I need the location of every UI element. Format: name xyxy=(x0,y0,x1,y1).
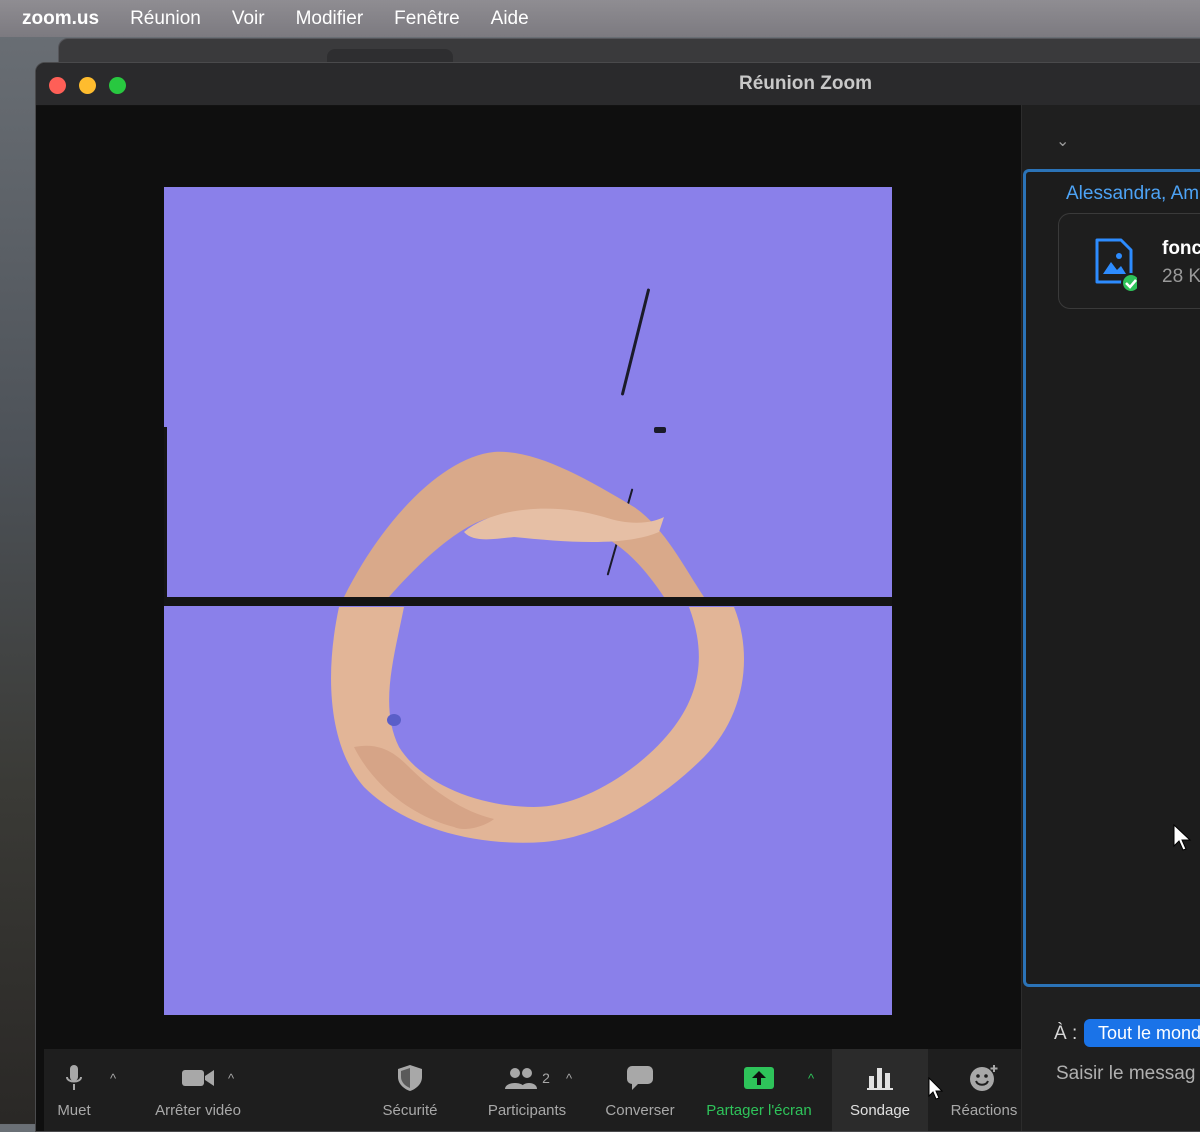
shield-icon xyxy=(397,1063,423,1093)
chat-bubble-icon xyxy=(626,1063,654,1093)
chat-button[interactable]: Converser xyxy=(600,1049,680,1131)
poll-button[interactable]: Sondage xyxy=(832,1049,928,1131)
message-sender: Alessandra, Am xyxy=(1066,183,1200,204)
file-size: 28 K xyxy=(1162,266,1200,287)
recipient-label: À : xyxy=(1054,1023,1078,1044)
reactions-button[interactable]: Réactions xyxy=(946,1049,1022,1131)
close-window-button[interactable] xyxy=(49,77,66,94)
audio-options-chevron-icon[interactable]: ^ xyxy=(110,1071,116,1086)
participants-label: Participants xyxy=(487,1102,567,1119)
video-options-chevron-icon[interactable]: ^ xyxy=(228,1071,234,1086)
chevron-down-icon[interactable]: ⌄ xyxy=(1056,131,1069,151)
poll-chart-icon xyxy=(867,1063,893,1093)
message-input[interactable]: Saisir le messag xyxy=(1056,1063,1195,1085)
menu-item-fenetre[interactable]: Fenêtre xyxy=(394,8,459,30)
menu-item-voir[interactable]: Voir xyxy=(232,8,265,30)
window-title: Réunion Zoom xyxy=(739,73,872,94)
mouse-cursor-icon xyxy=(1173,824,1192,851)
share-options-chevron-icon[interactable]: ^ xyxy=(808,1071,814,1086)
share-screen-icon xyxy=(743,1063,775,1093)
menu-bar: zoom.us Réunion Voir Modifier Fenêtre Ai… xyxy=(0,0,1200,37)
file-name: fonc xyxy=(1162,238,1200,259)
chat-panel: ⌄ Alessandra, Am fonc 28 K À : Tout le m… xyxy=(1021,105,1200,1131)
meeting-controls: Muet ^ Arrêter vidéo ^ Sécurité 2 Partic… xyxy=(44,1049,1022,1131)
zoom-window: Réunion Zoom Muet ^ Arrêter vidéo ^ Sécu… xyxy=(35,62,1200,1132)
recipient-dropdown[interactable]: Tout le mond xyxy=(1084,1019,1200,1047)
video-camera-icon xyxy=(181,1063,215,1093)
menu-app-name[interactable]: zoom.us xyxy=(22,8,99,30)
participants-options-chevron-icon[interactable]: ^ xyxy=(566,1071,572,1086)
fullscreen-window-button[interactable] xyxy=(109,77,126,94)
mute-button[interactable]: Muet xyxy=(44,1049,104,1131)
share-screen-button[interactable]: Partager l'écran xyxy=(700,1049,818,1131)
stop-video-button[interactable]: Arrêter vidéo xyxy=(144,1049,252,1131)
participants-count: 2 xyxy=(542,1070,550,1086)
image-file-icon xyxy=(1095,238,1137,292)
participants-icon: 2 xyxy=(504,1063,550,1093)
menu-item-aide[interactable]: Aide xyxy=(491,8,529,30)
participants-button[interactable]: 2 Participants xyxy=(474,1049,580,1131)
smiley-add-icon xyxy=(969,1063,999,1093)
security-button[interactable]: Sécurité xyxy=(370,1049,450,1131)
chat-messages[interactable]: Alessandra, Am fonc 28 K xyxy=(1023,169,1200,987)
file-message-card[interactable]: fonc 28 K xyxy=(1058,213,1200,309)
stop-video-label: Arrêter vidéo xyxy=(155,1102,241,1119)
mouse-cursor-icon xyxy=(928,1077,944,1100)
chat-label: Converser xyxy=(605,1102,675,1119)
share-screen-label: Partager l'écran xyxy=(706,1102,812,1119)
minimize-window-button[interactable] xyxy=(79,77,96,94)
security-label: Sécurité xyxy=(382,1102,438,1119)
video-divider xyxy=(164,597,892,606)
shared-video xyxy=(164,187,892,1015)
menu-item-modifier[interactable]: Modifier xyxy=(296,8,364,30)
microphone-icon xyxy=(65,1063,83,1093)
mute-label: Muet xyxy=(57,1102,91,1119)
poll-label: Sondage xyxy=(849,1102,911,1119)
menu-item-reunion[interactable]: Réunion xyxy=(130,8,201,30)
title-bar: Réunion Zoom xyxy=(36,63,1200,106)
reactions-label: Réactions xyxy=(950,1102,1018,1119)
